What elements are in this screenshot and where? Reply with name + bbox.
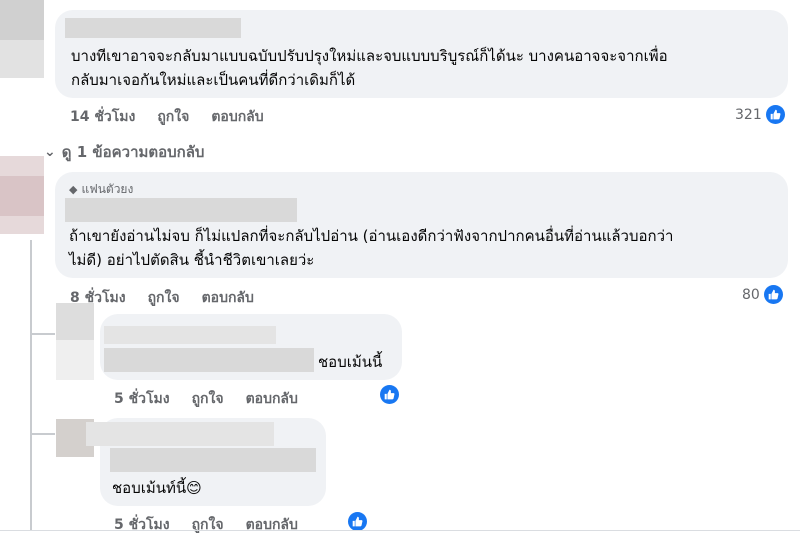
reply-button[interactable]: ตอบกลับ — [246, 514, 298, 536]
comment-text-line: กลับมาเจอกันใหม่และเป็นคนที่ดีกว่าเดิมก็… — [71, 71, 356, 89]
reaction-count[interactable]: 80 — [742, 285, 783, 304]
comment-actions: 8 ชั่วโมง ถูกใจ ตอบกลับ — [70, 287, 254, 309]
reaction-count-value: 80 — [742, 286, 760, 303]
author-name-redacted[interactable] — [65, 18, 241, 38]
comment-text: ชอบเม้นท์นี้😊 — [112, 476, 202, 500]
avatar[interactable] — [56, 303, 94, 341]
comment-bubble: ชอบเม้นท์นี้😊 — [86, 418, 326, 506]
thumbs-up-icon — [763, 285, 783, 304]
comment-text-redacted — [104, 348, 314, 372]
comment-text: บางทีเขาอาจจะกลับมาแบบฉบับปรับปรุงใหม่แล… — [71, 44, 781, 92]
author-name-redacted[interactable] — [65, 198, 297, 222]
view-replies-link[interactable]: ⌄ ดู 1 ข้อความตอบกลับ — [44, 140, 204, 164]
timestamp[interactable]: 5 ชั่วโมง — [114, 514, 170, 536]
reaction-count-value: 321 — [735, 106, 762, 123]
like-button[interactable]: ถูกใจ — [192, 388, 224, 410]
reaction-count[interactable]: 321 — [735, 105, 785, 124]
thumbs-up-icon — [765, 105, 785, 124]
reply-thread-branch — [30, 433, 55, 435]
comment-text-line: ถ้าเขายังอ่านไม่จบ ก็ไม่แปลกที่จะกลับไปอ… — [69, 227, 674, 245]
comment-actions: 14 ชั่วโมง ถูกใจ ตอบกลับ — [70, 106, 264, 128]
view-replies-label: ดู 1 ข้อความตอบกลับ — [61, 143, 205, 161]
comment-text: ชอบเม้นนี้ — [318, 353, 383, 371]
reply-thread-line — [30, 240, 32, 530]
comment-bubble: บางทีเขาอาจจะกลับมาแบบฉบับปรับปรุงใหม่แล… — [55, 10, 788, 98]
reply-button[interactable]: ตอบกลับ — [246, 388, 298, 410]
comment-text-line: ไม่ดี) อย่าไปตัดสิน ชี้นำชีวิตเขาเลยว่ะ — [69, 251, 315, 269]
like-button[interactable]: ถูกใจ — [157, 106, 189, 128]
comment-text-line: บางทีเขาอาจจะกลับมาแบบฉบับปรับปรุงใหม่แล… — [71, 47, 668, 65]
reply-thread-branch — [30, 333, 55, 335]
reply-button[interactable]: ตอบกลับ — [202, 287, 254, 309]
timestamp[interactable]: 5 ชั่วโมง — [114, 388, 170, 410]
reply-button[interactable]: ตอบกลับ — [211, 106, 263, 128]
thumbs-up-icon[interactable] — [348, 512, 367, 531]
comment-actions: 5 ชั่วโมง ถูกใจ ตอบกลับ — [114, 514, 298, 536]
smile-emoji-icon: 😊 — [186, 479, 202, 497]
comment-actions: 5 ชั่วโมง ถูกใจ ตอบกลับ — [114, 388, 298, 410]
diamond-icon: ◆ — [69, 183, 78, 196]
like-button[interactable]: ถูกใจ — [148, 287, 180, 309]
comment-text-body: ชอบเม้นท์นี้ — [112, 479, 187, 497]
thumbs-up-icon[interactable] — [380, 385, 399, 404]
author-name-redacted[interactable] — [104, 326, 276, 344]
comment-text: ถ้าเขายังอ่านไม่จบ ก็ไม่แปลกที่จะกลับไปอ… — [69, 224, 781, 272]
top-fan-label: แฟนตัวยง — [81, 182, 134, 196]
avatar-shade — [56, 340, 94, 380]
comment-bubble: ◆ แฟนตัวยง ถ้าเขายังอ่านไม่จบ ก็ไม่แปลกท… — [55, 172, 788, 278]
comment-text-redacted — [110, 448, 316, 472]
like-button[interactable]: ถูกใจ — [192, 514, 224, 536]
comment-bubble: ชอบเม้นนี้ — [100, 314, 402, 380]
avatar-shade — [0, 176, 44, 216]
timestamp[interactable]: 14 ชั่วโมง — [70, 106, 135, 128]
divider — [0, 530, 800, 531]
top-fan-badge[interactable]: ◆ แฟนตัวยง — [69, 180, 133, 199]
reply-arrow-icon: ⌄ — [44, 144, 56, 160]
author-name-redacted[interactable] — [86, 422, 274, 446]
avatar-shade — [0, 0, 44, 40]
